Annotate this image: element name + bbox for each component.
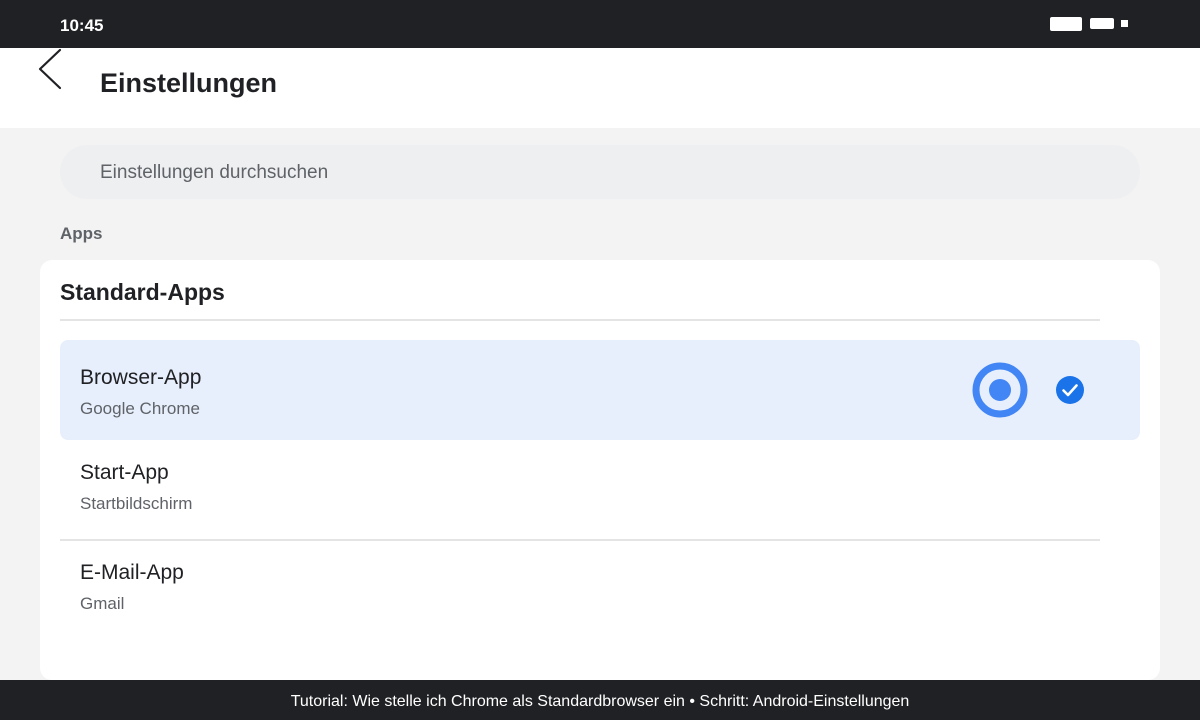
back-button[interactable] (30, 48, 70, 94)
list-item-subtitle: Google Chrome (80, 399, 201, 418)
search-input[interactable]: Einstellungen durchsuchen (60, 145, 1140, 199)
check-circle-icon (1056, 376, 1084, 404)
page-title: Einstellungen (100, 68, 278, 98)
search-placeholder: Einstellungen durchsuchen (100, 162, 329, 183)
list-item-browser-app[interactable]: Browser-App Google Chrome (60, 340, 1140, 440)
default-apps-card: Standard-Apps Browser-App Google Chrome … (40, 260, 1160, 680)
list-item-title: Browser-App (80, 366, 202, 389)
list-item-subtitle: Gmail (80, 594, 125, 613)
section-label-apps: Apps (60, 224, 103, 243)
card-title: Standard-Apps (60, 279, 225, 305)
divider (60, 319, 1100, 321)
list-item-email-app[interactable]: E-Mail-App Gmail (60, 540, 1140, 640)
list-item-title: Start-App (80, 461, 169, 484)
signal-icon (1121, 20, 1128, 27)
radio-selected-icon[interactable] (972, 362, 1028, 418)
battery-icon (1050, 17, 1082, 31)
list-item-subtitle: Startbildschirm (80, 494, 193, 513)
app-bar: Einstellungen (0, 48, 1200, 128)
status-time: 10:45 (60, 16, 104, 35)
list-item-title: E-Mail-App (80, 561, 184, 584)
list-item-start-app[interactable]: Start-App Startbildschirm (60, 440, 1140, 540)
tutorial-caption: Tutorial: Wie stelle ich Chrome als Stan… (0, 680, 1200, 720)
status-bar: 10:45 (0, 0, 1200, 48)
chevron-left-icon (38, 48, 62, 90)
wifi-icon (1090, 18, 1114, 29)
